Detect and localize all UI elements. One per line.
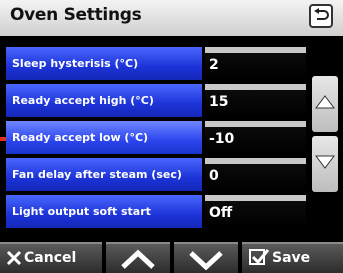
close-x-icon [6,250,22,266]
scroll-up-icon [315,95,335,109]
setting-value[interactable]: -10 [205,121,306,154]
setting-value[interactable]: Off [205,195,306,228]
chevron-down-icon [189,251,223,270]
setting-label: Fan delay after steam (sec) [6,158,202,191]
setting-label: Ready accept low (°C) [6,121,202,154]
setting-row-light-output[interactable]: Light output soft start Off [6,195,306,228]
setting-label: Light output soft start [6,195,202,228]
settings-list: Sleep hysterisis (°C) 2 Ready accept hig… [6,47,306,232]
back-arrow-icon [314,8,329,20]
setting-value-text: -10 [209,131,235,147]
setting-row-fan-delay[interactable]: Fan delay after steam (sec) 0 [6,158,306,191]
setting-value[interactable]: 15 [205,84,306,117]
save-label: Save [272,250,311,266]
setting-row-ready-accept-high[interactable]: Ready accept high (°C) 15 [6,84,306,117]
setting-value-text: Off [209,205,233,221]
setting-value-text: 2 [209,57,219,73]
scroll-down-button[interactable] [312,136,338,192]
oven-settings-screen: Oven Settings Sleep hysterisis (°C) 2 Re… [0,0,343,273]
setting-value-text: 0 [209,168,219,184]
scroll-up-button[interactable] [312,76,338,132]
checkbox-check-icon [249,249,269,265]
cancel-label: Cancel [24,250,77,266]
scroll-down-icon [315,155,335,169]
setting-value[interactable]: 0 [205,158,306,191]
save-button[interactable]: Save [242,242,343,273]
cancel-button[interactable]: Cancel [0,242,102,273]
setting-label: Sleep hysterisis (°C) [6,47,202,80]
page-title: Oven Settings [10,5,142,25]
setting-label: Ready accept high (°C) [6,84,202,117]
back-button[interactable] [309,4,333,28]
title-bar: Oven Settings [0,0,343,36]
setting-row-sleep-hysterisis[interactable]: Sleep hysterisis (°C) 2 [6,47,306,80]
move-down-button[interactable] [174,242,238,273]
setting-value-text: 15 [209,94,229,110]
bottom-button-bar: Cancel Save [0,238,343,273]
setting-row-ready-accept-low[interactable]: Ready accept low (°C) -10 [6,121,306,154]
chevron-up-icon [121,249,155,269]
setting-value[interactable]: 2 [205,47,306,80]
move-up-button[interactable] [106,242,170,273]
